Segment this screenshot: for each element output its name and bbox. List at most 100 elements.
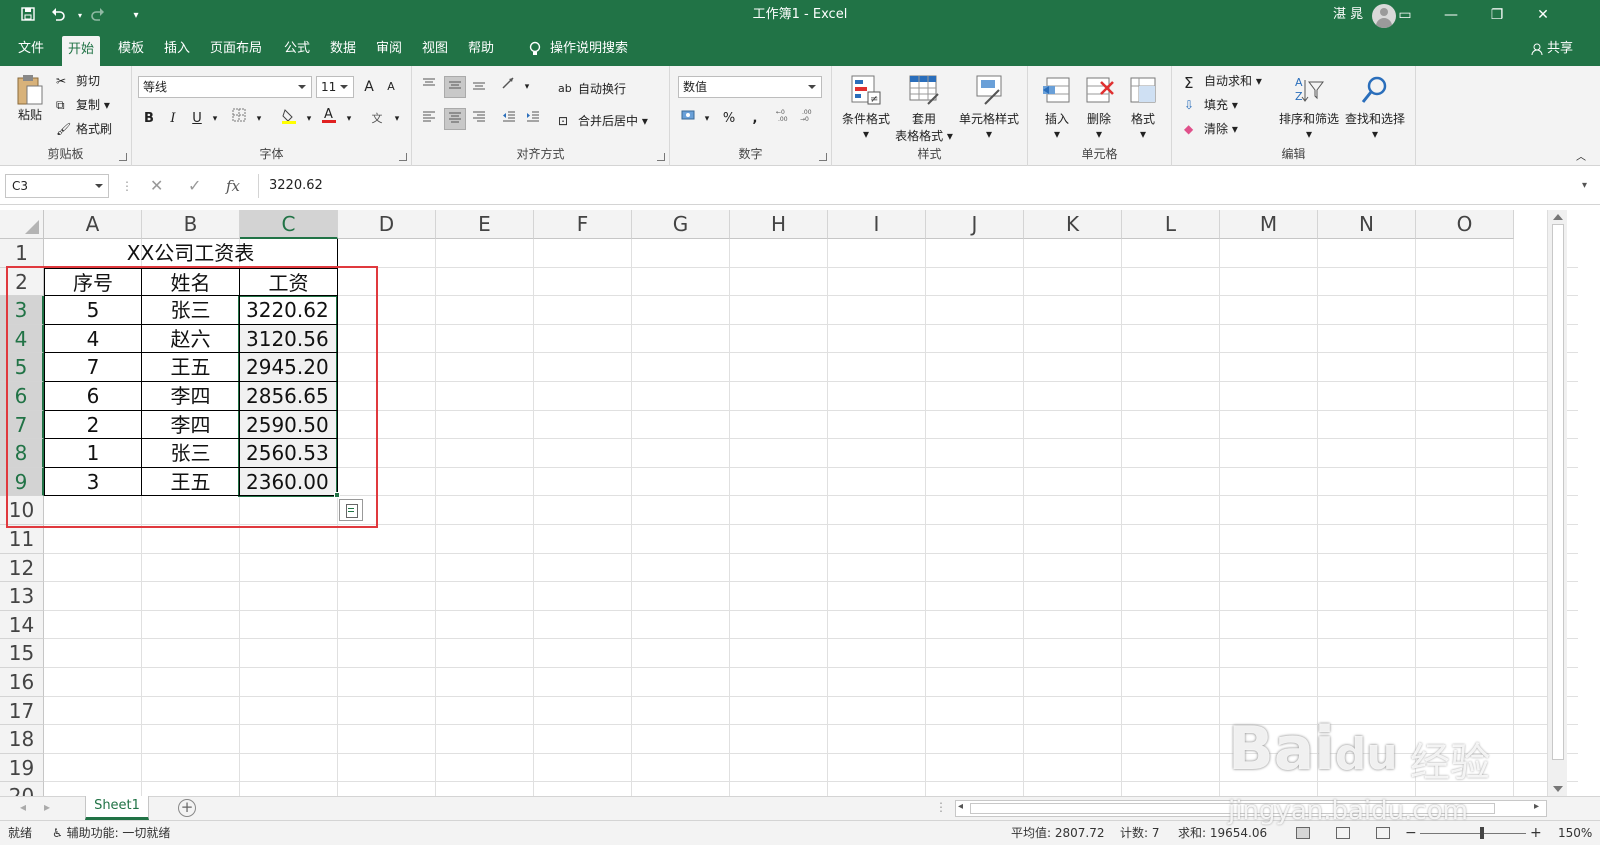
next-sheet-icon[interactable]: ▸ <box>44 800 50 814</box>
column-header-c[interactable]: C <box>240 210 338 239</box>
insert-function-button[interactable]: fx <box>226 174 240 198</box>
column-header-j[interactable]: J <box>926 210 1024 239</box>
tab-help[interactable]: 帮助 <box>462 32 500 66</box>
fill-color-dropdown-icon[interactable]: ▾ <box>298 108 320 130</box>
orientation-dropdown-icon[interactable]: ▾ <box>516 76 538 98</box>
column-header-m[interactable]: M <box>1220 210 1318 239</box>
normal-view-icon[interactable] <box>1296 827 1310 839</box>
tab-templates[interactable]: 模板 <box>112 32 150 66</box>
column-header-o[interactable]: O <box>1416 210 1514 239</box>
name-box[interactable]: C3 <box>5 174 109 198</box>
collapse-ribbon-icon[interactable]: ︿ <box>1576 148 1586 163</box>
confirm-entry-icon[interactable]: ✓ <box>188 174 201 198</box>
column-header-n[interactable]: N <box>1318 210 1416 239</box>
font-launcher-icon[interactable] <box>399 153 407 161</box>
tab-formulas[interactable]: 公式 <box>278 32 316 66</box>
row-header-19[interactable]: 19 <box>0 753 44 783</box>
zoom-level[interactable]: 150% <box>1558 821 1592 846</box>
row-header-11[interactable]: 11 <box>0 525 44 554</box>
row-header-12[interactable]: 12 <box>0 553 44 583</box>
align-center-icon[interactable] <box>444 108 466 130</box>
increase-decimal-icon[interactable]: ←0.00 <box>774 108 796 130</box>
shrink-font-button[interactable]: A <box>380 76 402 98</box>
decrease-decimal-icon[interactable]: .00 →0 <box>798 108 820 130</box>
zoom-slider[interactable] <box>1420 833 1526 834</box>
tab-review[interactable]: 审阅 <box>370 32 408 66</box>
share-button[interactable]: 共享 <box>1531 32 1573 66</box>
column-header-b[interactable]: B <box>142 210 240 239</box>
zoom-in-button[interactable]: + <box>1530 821 1542 846</box>
find-select-button[interactable]: 查找和选择 ▾ <box>1342 74 1408 141</box>
ribbon-display-icon[interactable]: ▭ <box>1382 0 1428 32</box>
paste-button[interactable]: 粘贴 <box>10 72 50 123</box>
scroll-right-icon[interactable]: ▸ <box>1534 801 1539 812</box>
tab-view[interactable]: 视图 <box>416 32 454 66</box>
align-left-icon[interactable] <box>418 108 440 130</box>
align-right-icon[interactable] <box>468 108 490 130</box>
number-launcher-icon[interactable] <box>819 153 827 161</box>
column-header-f[interactable]: F <box>534 210 632 239</box>
column-header-k[interactable]: K <box>1024 210 1122 239</box>
alignment-launcher-icon[interactable] <box>657 153 665 161</box>
format-as-table-button[interactable]: 套用 表格格式 ▾ <box>894 74 954 144</box>
restore-icon[interactable]: ❐ <box>1474 0 1520 32</box>
row-header-14[interactable]: 14 <box>0 610 44 640</box>
increase-indent-icon[interactable] <box>522 108 544 130</box>
clipboard-launcher-icon[interactable] <box>119 153 127 161</box>
vertical-scrollbar[interactable] <box>1547 210 1567 796</box>
row-header-16[interactable]: 16 <box>0 668 44 697</box>
cut-button[interactable]: ✂ 剪切 <box>56 72 100 90</box>
prev-sheet-icon[interactable]: ◂ <box>20 800 26 814</box>
underline-dropdown-icon[interactable]: ▾ <box>204 108 226 130</box>
column-header-i[interactable]: I <box>828 210 926 239</box>
tell-me-search[interactable]: 操作说明搜索 <box>528 32 628 66</box>
number-format-select[interactable]: 数值 <box>678 76 822 98</box>
tab-page-layout[interactable]: 页面布局 <box>204 32 268 66</box>
column-header-e[interactable]: E <box>436 210 534 239</box>
format-cells-button[interactable]: 格式 ▾ <box>1122 74 1164 141</box>
grow-font-button[interactable]: A <box>358 76 380 98</box>
font-color-icon[interactable]: A <box>318 106 340 128</box>
decrease-indent-icon[interactable] <box>498 108 520 130</box>
accessibility-status[interactable]: ♿ 辅助功能: 一切就绪 <box>52 821 170 846</box>
accounting-dropdown-icon[interactable]: ▾ <box>696 108 718 130</box>
autosum-button[interactable]: Σ 自动求和 ▾ <box>1184 72 1262 92</box>
percent-button[interactable]: % <box>718 108 740 130</box>
zoom-slider-thumb[interactable] <box>1480 827 1484 839</box>
tab-data[interactable]: 数据 <box>324 32 362 66</box>
comma-button[interactable]: , <box>744 108 766 130</box>
scroll-left-icon[interactable]: ◂ <box>958 801 963 812</box>
copy-button[interactable]: ⧉ 复制 ▾ <box>56 96 110 114</box>
wrap-text-button[interactable]: ab 自动换行 <box>558 80 626 98</box>
italic-button[interactable]: I <box>162 108 184 130</box>
expand-formula-icon[interactable]: ▾ <box>1582 174 1587 198</box>
column-header-a[interactable]: A <box>44 210 142 239</box>
row-header-17[interactable]: 17 <box>0 696 44 726</box>
sort-filter-button[interactable]: AZ 排序和筛选 ▾ <box>1276 74 1342 141</box>
conditional-formatting-button[interactable]: ≠ 条件格式 ▾ <box>836 74 896 141</box>
column-header-g[interactable]: G <box>632 210 730 239</box>
clear-button[interactable]: ◆ 清除 ▾ <box>1184 120 1238 138</box>
tab-home[interactable]: 开始 <box>62 36 101 66</box>
phonetic-dropdown-icon[interactable]: ▾ <box>386 108 408 130</box>
fill-button[interactable]: ⇩ 填充 ▾ <box>1184 96 1238 114</box>
align-middle-icon[interactable] <box>444 76 466 98</box>
scroll-up-icon[interactable] <box>1553 214 1563 220</box>
column-header-h[interactable]: H <box>730 210 828 239</box>
cell-styles-button[interactable]: 单元格样式 ▾ <box>956 74 1022 141</box>
borders-icon[interactable] <box>228 108 250 130</box>
close-icon[interactable]: ✕ <box>1520 0 1566 32</box>
sheet-tab-sheet1[interactable]: Sheet1 <box>85 796 149 820</box>
merge-center-button[interactable]: ⊡ 合并后居中 ▾ <box>558 112 648 130</box>
font-size-select[interactable]: 11 <box>316 76 354 98</box>
tab-split-grip-icon[interactable]: ⋮ <box>935 800 947 814</box>
page-break-view-icon[interactable] <box>1376 827 1390 839</box>
status-count[interactable]: 计数: 7 <box>1120 821 1160 846</box>
delete-cells-button[interactable]: 删除 ▾ <box>1078 74 1120 141</box>
worksheet-grid[interactable]: A B C D E F G H I J K L M N O 1 2 3 4 5 6 7 8 9 10 11 12 13 14 15 16 17… <box>0 210 1578 813</box>
row-header-13[interactable]: 13 <box>0 582 44 611</box>
column-header-d[interactable]: D <box>338 210 436 239</box>
bold-button[interactable]: B <box>138 108 160 130</box>
align-top-icon[interactable] <box>418 76 440 98</box>
insert-cells-button[interactable]: 插入 ▾ <box>1036 74 1078 141</box>
